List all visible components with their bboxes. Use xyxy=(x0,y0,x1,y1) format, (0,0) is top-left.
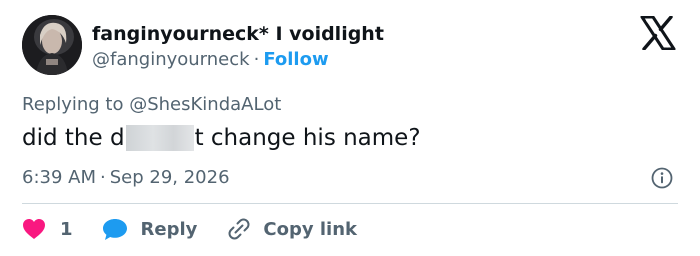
display-name[interactable]: fanginyourneck* I voidlight xyxy=(92,23,384,45)
reply-context: Replying to @ShesKindaALot xyxy=(22,94,281,115)
reply-mention[interactable]: @ShesKindaALot xyxy=(129,94,281,115)
reply-button[interactable]: Reply xyxy=(102,218,198,241)
reply-label: Reply xyxy=(140,218,198,240)
replying-to-label: Replying to xyxy=(22,94,124,115)
divider xyxy=(22,203,678,204)
like-count: 1 xyxy=(60,218,73,240)
timestamp[interactable]: 6:39 AM · Sep 29, 2026 xyxy=(22,167,230,188)
action-bar: 1 Reply Copy link xyxy=(22,214,357,244)
tweet-time: 6:39 AM xyxy=(22,167,96,188)
user-handle-line: @fanginyourneck · Follow xyxy=(92,49,329,70)
link-icon xyxy=(228,218,250,240)
user-handle[interactable]: @fanginyourneck xyxy=(92,49,250,70)
copy-link-button[interactable]: Copy link xyxy=(227,217,357,241)
tweet-text-end: t change his name? xyxy=(194,125,421,151)
info-icon[interactable] xyxy=(651,167,673,189)
tweet-text: did the d t change his name? xyxy=(22,125,421,151)
avatar[interactable] xyxy=(22,15,82,75)
tweet-text-start: did the d xyxy=(22,125,125,151)
tweet-date: Sep 29, 2026 xyxy=(109,167,230,188)
like-button[interactable]: 1 xyxy=(22,218,73,240)
speech-bubble-icon xyxy=(102,218,127,240)
heart-icon xyxy=(23,219,45,239)
separator-dot: · xyxy=(253,49,260,70)
follow-button[interactable]: Follow xyxy=(263,49,328,70)
x-logo-icon[interactable] xyxy=(640,15,676,51)
separator-dot: · xyxy=(100,167,106,188)
copy-link-label: Copy link xyxy=(263,218,357,240)
redaction-blur xyxy=(125,125,194,151)
